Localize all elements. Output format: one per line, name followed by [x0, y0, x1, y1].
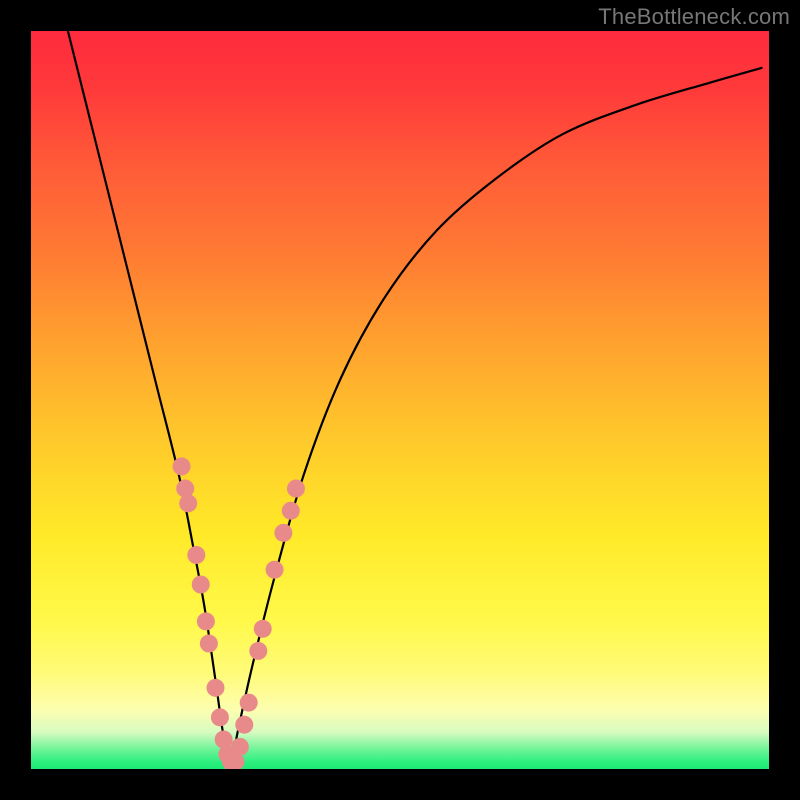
marker-point	[197, 612, 215, 630]
marker-point	[200, 635, 218, 653]
marker-point	[211, 708, 229, 726]
marker-point	[249, 642, 267, 660]
chart-plot-area	[31, 31, 769, 769]
marker-point	[266, 561, 284, 579]
marker-point	[192, 576, 210, 594]
marker-point	[287, 480, 305, 498]
bottleneck-curve	[68, 31, 762, 769]
marker-point	[231, 738, 249, 756]
marker-point	[274, 524, 292, 542]
watermark-text: TheBottleneck.com	[598, 4, 790, 30]
marker-point	[282, 502, 300, 520]
marker-point	[187, 546, 205, 564]
marker-point	[240, 694, 258, 712]
marker-point	[235, 716, 253, 734]
marker-point	[207, 679, 225, 697]
marker-point	[173, 457, 191, 475]
chart-svg	[31, 31, 769, 769]
marker-group	[173, 457, 305, 769]
marker-point	[254, 620, 272, 638]
marker-point	[179, 494, 197, 512]
